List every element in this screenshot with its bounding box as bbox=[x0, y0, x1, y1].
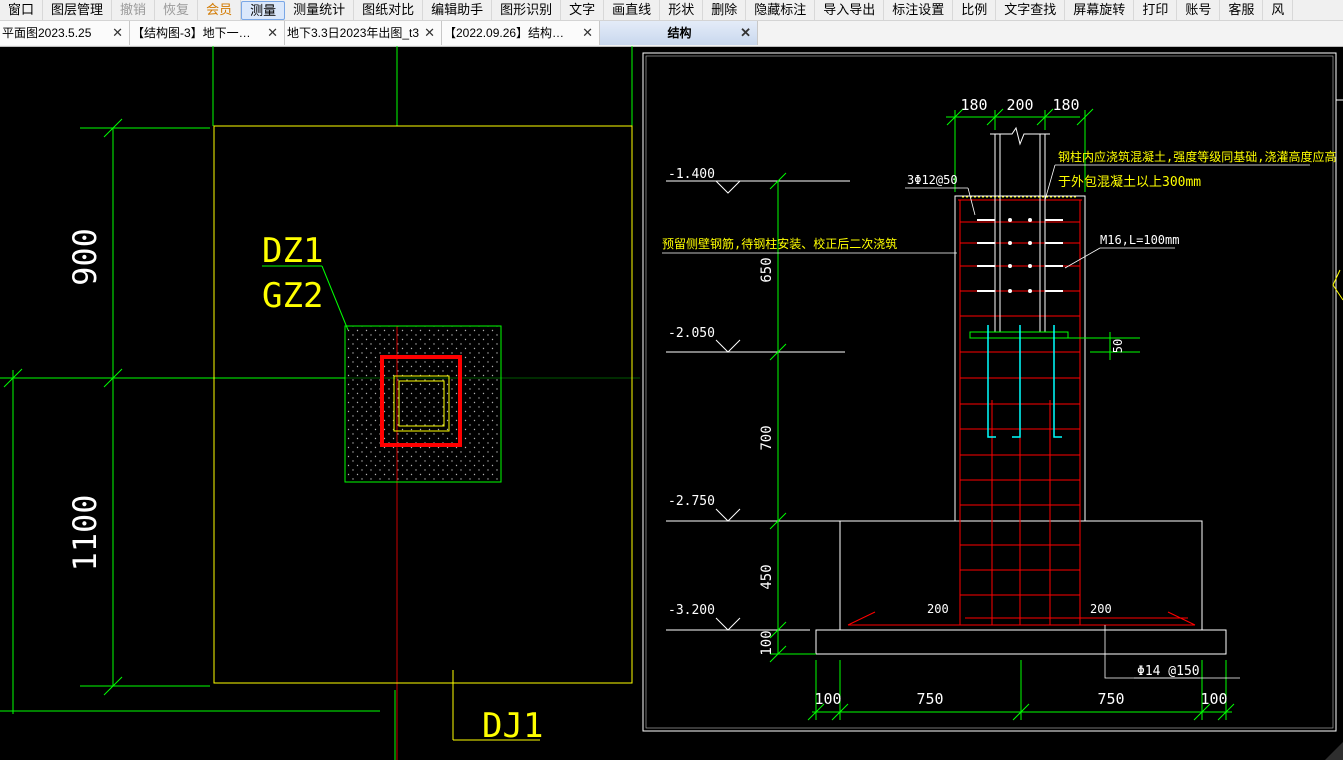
resize-grip[interactable] bbox=[1325, 742, 1343, 760]
section-labels: 180 200 180 -1.400 -2.050 -2.750 -3.200 … bbox=[662, 96, 1336, 708]
menu-text[interactable]: 文字 bbox=[561, 0, 605, 20]
tab-basement-2023[interactable]: 地下3.3日2023年出图_t3 ✕ bbox=[285, 21, 442, 45]
menu-measure[interactable]: 测量 bbox=[241, 0, 286, 20]
dim-bottom-100-left: 100 bbox=[814, 690, 841, 708]
menu-undo[interactable]: 撤销 bbox=[112, 0, 156, 20]
dim-top-180-right: 180 bbox=[1052, 96, 1079, 114]
dim-top-180-left: 180 bbox=[960, 96, 987, 114]
dim-50: 50 bbox=[1111, 339, 1125, 353]
plan-label-dj1: DJ1 bbox=[482, 706, 543, 746]
menu-draw-line[interactable]: 画直线 bbox=[604, 0, 661, 20]
dim-bottom-100-right: 100 bbox=[1200, 690, 1227, 708]
tab-structure-2022[interactable]: 【2022.09.26】结构… ✕ bbox=[442, 21, 600, 45]
menu-shape[interactable]: 形状 bbox=[660, 0, 704, 20]
dim-top-200: 200 bbox=[1006, 96, 1033, 114]
dim-left-100: 100 bbox=[759, 630, 775, 655]
menu-delete[interactable]: 删除 bbox=[703, 0, 747, 20]
dim-left-450: 450 bbox=[759, 564, 775, 589]
base-bar-label: Φ14 @150 bbox=[1137, 664, 1200, 679]
menu-wind[interactable]: 风 bbox=[1263, 0, 1294, 20]
tab-label: 平面图2023.5.25 bbox=[2, 26, 92, 40]
menu-annotation-settings[interactable]: 标注设置 bbox=[884, 0, 954, 20]
close-icon[interactable]: ✕ bbox=[267, 21, 278, 45]
tab-label: 【结构图-3】地下一… bbox=[132, 26, 251, 40]
elevation-3200: -3.200 bbox=[668, 603, 715, 618]
menu-scale[interactable]: 比例 bbox=[953, 0, 997, 20]
drawing-canvas[interactable]: 900 1100 DZ1 GZ2 DJ1 180 200 180 -1.400 … bbox=[0, 46, 1343, 760]
plan-label-dz1: DZ1 bbox=[262, 231, 323, 271]
menu-measure-stats[interactable]: 测量统计 bbox=[285, 0, 355, 20]
menu-hide-annotations[interactable]: 隐藏标注 bbox=[746, 0, 816, 20]
menu-drawing-compare[interactable]: 图纸对比 bbox=[354, 0, 424, 20]
plan-dim-900: 900 bbox=[66, 228, 104, 286]
plan-dim-1100: 1100 bbox=[66, 494, 104, 571]
note-encasement-height: 于外包混凝土以上300mm bbox=[1058, 174, 1201, 190]
close-icon[interactable]: ✕ bbox=[740, 21, 751, 45]
tab-label: 结构 bbox=[667, 26, 692, 40]
dim-bottom-750-left: 750 bbox=[916, 690, 943, 708]
menu-shape-recognition[interactable]: 图形识别 bbox=[492, 0, 562, 20]
menu-screen-rotate[interactable]: 屏幕旋转 bbox=[1065, 0, 1135, 20]
tie-label: 3Φ12@50 bbox=[907, 173, 958, 187]
elevation-1400: -1.400 bbox=[668, 167, 715, 182]
elevation-2050: -2.050 bbox=[668, 326, 715, 341]
menu-edit-assistant[interactable]: 编辑助手 bbox=[423, 0, 493, 20]
note-side-rebar: 预留侧壁钢筋,待钢柱安装、校正后二次浇筑 bbox=[662, 236, 897, 251]
cover-right-200: 200 bbox=[1090, 602, 1112, 616]
menu-support[interactable]: 客服 bbox=[1220, 0, 1264, 20]
menu-layer-management[interactable]: 图层管理 bbox=[43, 0, 113, 20]
menu-redo[interactable]: 恢复 bbox=[155, 0, 199, 20]
menu-bar: 窗口 图层管理 撤销 恢复 会员 测量 测量统计 图纸对比 编辑助手 图形识别 … bbox=[0, 0, 1343, 21]
menu-import-export[interactable]: 导入导出 bbox=[815, 0, 885, 20]
elevation-2750: -2.750 bbox=[668, 494, 715, 509]
tab-label: 【2022.09.26】结构… bbox=[444, 26, 565, 40]
plan-view bbox=[0, 46, 640, 760]
menu-account[interactable]: 账号 bbox=[1177, 0, 1221, 20]
menu-print[interactable]: 打印 bbox=[1134, 0, 1178, 20]
tab-label: 地下3.3日2023年出图_t3 bbox=[287, 26, 420, 40]
tab-floor-plan[interactable]: 平面图2023.5.25 ✕ bbox=[0, 21, 130, 45]
menu-member[interactable]: 会员 bbox=[198, 0, 242, 20]
close-icon[interactable]: ✕ bbox=[424, 21, 435, 45]
note-concrete-fill: 钢柱内应浇筑混凝土,强度等级同基础,浇灌高度应高 bbox=[1058, 149, 1336, 164]
tab-structure-3[interactable]: 【结构图-3】地下一… ✕ bbox=[130, 21, 285, 45]
dim-left-650: 650 bbox=[759, 257, 775, 282]
dim-left-700: 700 bbox=[759, 425, 775, 450]
stud-label: M16,L=100mm bbox=[1100, 233, 1179, 247]
close-icon[interactable]: ✕ bbox=[582, 21, 593, 45]
menu-text-search[interactable]: 文字查找 bbox=[996, 0, 1066, 20]
tab-structure-active[interactable]: 结构 ✕ bbox=[600, 21, 758, 45]
document-tab-bar: 平面图2023.5.25 ✕ 【结构图-3】地下一… ✕ 地下3.3日2023年… bbox=[0, 21, 1343, 47]
menu-window[interactable]: 窗口 bbox=[0, 0, 44, 20]
dim-bottom-750-right: 750 bbox=[1097, 690, 1124, 708]
plan-labels: 900 1100 DZ1 GZ2 DJ1 bbox=[66, 228, 543, 746]
plan-label-gz2: GZ2 bbox=[262, 276, 323, 316]
close-icon[interactable]: ✕ bbox=[112, 21, 123, 45]
cover-left-200: 200 bbox=[927, 602, 949, 616]
